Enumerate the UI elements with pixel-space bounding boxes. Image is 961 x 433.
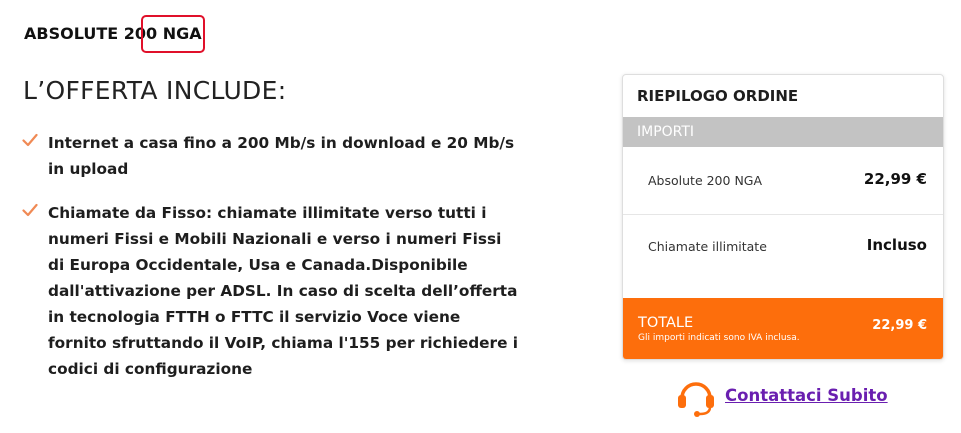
order-summary-card: RIEPILOGO ORDINE IMPORTI Absolute 200 NG… — [622, 74, 944, 360]
summary-row-label: Chiamate illimitate — [648, 239, 767, 254]
feature-item-internet: Internet a casa fino a 200 Mb/s in downl… — [22, 130, 522, 182]
summary-row-label: Absolute 200 NGA — [648, 173, 763, 188]
summary-row-value: Incluso — [866, 236, 927, 254]
check-icon — [22, 203, 38, 217]
feature-text: Internet a casa fino a 200 Mb/s in downl… — [48, 134, 515, 178]
total-value: 22,99 € — [872, 318, 927, 333]
total-label: TOTALE — [638, 315, 694, 331]
imports-section-header: IMPORTI — [623, 117, 943, 147]
annotation-highlight-box — [141, 15, 205, 53]
summary-row: Chiamate illimitate Incluso — [623, 215, 943, 281]
summary-row-value: 22,99 € — [863, 170, 927, 188]
feature-text: Chiamate da Fisso: chiamate illimitate v… — [48, 204, 519, 378]
order-summary-title: RIEPILOGO ORDINE — [637, 87, 799, 105]
summary-row: Absolute 200 NGA 22,99 € — [623, 149, 943, 215]
feature-list: Internet a casa fino a 200 Mb/s in downl… — [22, 130, 522, 400]
contact-link[interactable]: Contattaci Subito — [725, 386, 888, 405]
vat-note: Gli importi indicati sono IVA inclusa. — [638, 333, 800, 343]
total-box: TOTALE Gli importi indicati sono IVA inc… — [623, 298, 943, 359]
feature-item-calls: Chiamate da Fisso: chiamate illimitate v… — [22, 200, 522, 382]
check-icon — [22, 133, 38, 147]
headset-icon — [678, 382, 714, 417]
offer-heading: L’OFFERTA INCLUDE: — [23, 76, 287, 105]
